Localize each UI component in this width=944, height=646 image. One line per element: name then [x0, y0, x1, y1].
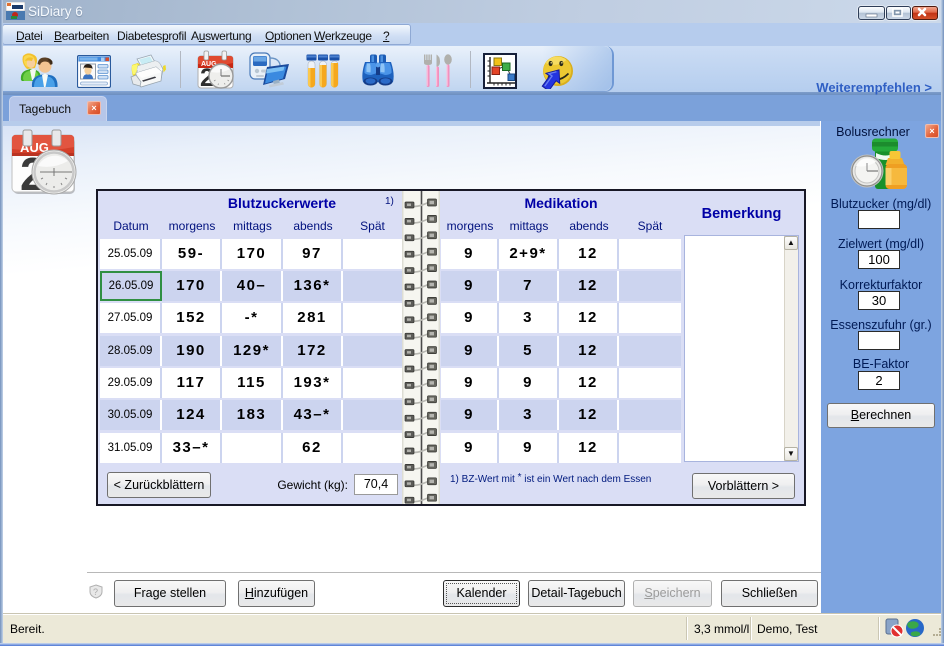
- svg-text:?: ?: [93, 587, 98, 597]
